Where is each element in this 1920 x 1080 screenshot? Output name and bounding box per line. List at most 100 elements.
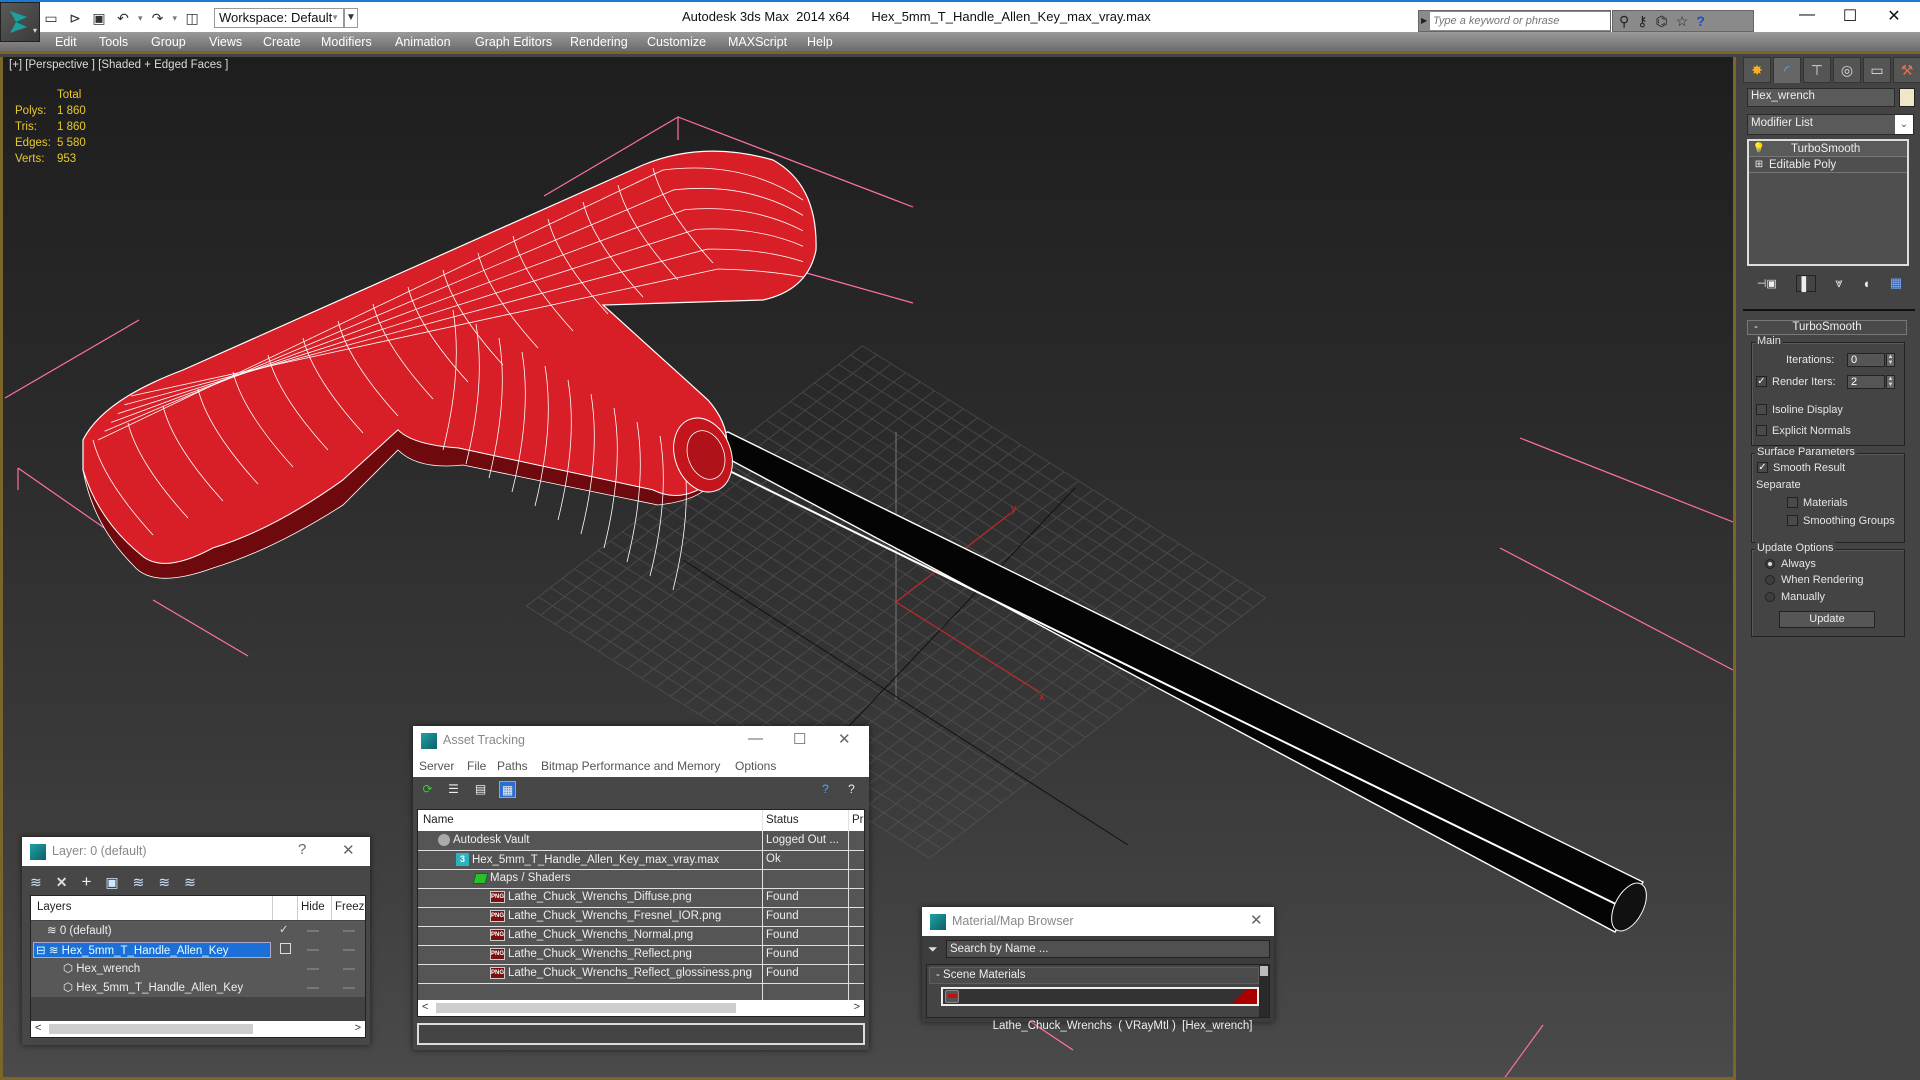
- current-layer-check-icon[interactable]: ✓: [279, 922, 289, 936]
- list-view-icon[interactable]: ☰: [445, 781, 462, 798]
- stack-item-turbosmooth[interactable]: 💡 TurboSmooth: [1749, 141, 1907, 157]
- menu-rendering[interactable]: Rendering: [570, 35, 628, 49]
- iterations-spinner[interactable]: 0: [1847, 353, 1885, 367]
- scrollbar-thumb[interactable]: [436, 1003, 736, 1013]
- expand-search-icon[interactable]: ▶: [1421, 16, 1427, 25]
- keyword-search-input[interactable]: [1430, 12, 1610, 30]
- add-to-layer-icon[interactable]: +: [81, 872, 91, 892]
- undo-icon[interactable]: ↶: [114, 9, 132, 27]
- plus-expand-icon[interactable]: ⊞: [1749, 159, 1769, 170]
- select-layer-icon[interactable]: ≋: [133, 874, 145, 891]
- horizontal-scrollbar[interactable]: < >: [418, 1000, 864, 1016]
- menu-server[interactable]: Server: [419, 759, 454, 773]
- menu-customize[interactable]: Customize: [647, 35, 706, 49]
- column-status[interactable]: Status: [766, 814, 799, 826]
- column-layers[interactable]: Layers: [37, 901, 72, 913]
- viewport-label[interactable]: [+] [Perspective ] [Shaded + Edged Faces…: [9, 59, 228, 71]
- tree-view-icon[interactable]: ▤: [472, 781, 489, 798]
- customize-qat-button[interactable]: ▼: [344, 8, 358, 28]
- motion-tab[interactable]: ◎: [1833, 57, 1861, 83]
- help-button[interactable]: ?: [298, 841, 306, 858]
- explicit-normals-checkbox[interactable]: [1756, 425, 1767, 436]
- dialog-title-bar[interactable]: Layer: 0 (default) ? ✕: [22, 837, 370, 866]
- dialog-title-bar[interactable]: Asset Tracking — ☐ ✕: [413, 726, 869, 755]
- menu-paths[interactable]: Paths: [497, 759, 528, 773]
- stack-item-editable-poly[interactable]: ⊞ Editable Poly: [1749, 157, 1907, 173]
- menu-modifiers[interactable]: Modifiers: [321, 35, 372, 49]
- asset-row[interactable]: PNG Lathe_Chuck_Wrenchs_Diffuse.png Found: [418, 889, 864, 908]
- asset-row[interactable]: Autodesk Vault Logged Out ...: [418, 832, 864, 851]
- column-name[interactable]: Name: [423, 814, 454, 826]
- maximize-button[interactable]: ☐: [793, 730, 806, 748]
- menu-bitmap-performance[interactable]: Bitmap Performance and Memory: [541, 759, 720, 773]
- key-icon[interactable]: ⚷: [1637, 13, 1647, 30]
- menu-graph-editors[interactable]: Graph Editors: [475, 35, 552, 49]
- update-manually-radio[interactable]: [1765, 592, 1775, 602]
- asset-row[interactable]: PNG Lathe_Chuck_Wrenchs_Fresnel_IOR.png Fo…: [418, 908, 864, 927]
- layer-settings-icon[interactable]: ≋: [184, 874, 196, 891]
- asset-row[interactable]: Maps / Shaders: [418, 870, 864, 889]
- satellite-icon[interactable]: ⌬: [1656, 13, 1668, 30]
- turbosmooth-rollout-header[interactable]: - TurboSmooth: [1747, 320, 1907, 335]
- menu-maxscript[interactable]: MAXScript: [728, 35, 787, 49]
- redo-icon[interactable]: ↷: [149, 9, 167, 27]
- undo-dropdown-icon[interactable]: ▾: [138, 13, 143, 24]
- scroll-left-icon[interactable]: <: [422, 1001, 428, 1013]
- scrollbar-thumb[interactable]: [49, 1024, 253, 1034]
- lightbulb-icon[interactable]: 💡: [1749, 143, 1769, 154]
- application-button[interactable]: ▾: [0, 2, 40, 42]
- column-hide[interactable]: Hide: [301, 901, 325, 913]
- help-icon[interactable]: ?: [843, 781, 860, 798]
- scroll-right-icon[interactable]: >: [355, 1022, 361, 1034]
- select-objects-icon[interactable]: ▣: [105, 874, 118, 891]
- workspace-dropdown[interactable]: Workspace: Default ▼: [214, 8, 344, 28]
- iterations-spinner-arrows[interactable]: ▲ ▼: [1886, 353, 1895, 367]
- open-file-icon[interactable]: ⊳: [66, 9, 84, 27]
- vertical-scrollbar[interactable]: [1259, 965, 1269, 1017]
- asset-row[interactable]: 3 Hex_5mm_T_Handle_Allen_Key_max_vray.max…: [418, 851, 864, 870]
- menu-edit[interactable]: Edit: [55, 35, 77, 49]
- menu-tools[interactable]: Tools: [99, 35, 128, 49]
- delete-layer-icon[interactable]: ✕: [56, 874, 68, 891]
- render-iters-spinner[interactable]: 2: [1847, 375, 1885, 389]
- layer-row[interactable]: ⊟ ≋ Hex_5mm_T_Handle_Allen_Key: [31, 940, 365, 959]
- menu-file[interactable]: File: [467, 759, 486, 773]
- layer-row[interactable]: ⬡ Hex_wrench: [31, 959, 365, 978]
- column-freeze[interactable]: Freeze: [335, 901, 365, 913]
- modifier-list-dropdown[interactable]: Modifier List ⌄: [1747, 114, 1914, 135]
- project-folder-icon[interactable]: ◫: [183, 9, 201, 27]
- update-button[interactable]: Update: [1779, 611, 1875, 628]
- pin-stack-icon[interactable]: ⊣▣: [1757, 277, 1777, 290]
- menu-create[interactable]: Create: [263, 35, 301, 49]
- minimize-button[interactable]: —: [748, 730, 763, 747]
- minimize-button[interactable]: —: [1787, 6, 1827, 24]
- create-layer-icon[interactable]: ≋: [30, 874, 42, 891]
- column-pr[interactable]: Pr: [852, 814, 864, 826]
- asset-row[interactable]: PNG Lathe_Chuck_Wrenchs_Reflect.png Found: [418, 946, 864, 965]
- display-tab[interactable]: ▭: [1863, 57, 1891, 83]
- set-current-layer-box[interactable]: [280, 943, 291, 954]
- object-name-field[interactable]: Hex_wrench: [1747, 88, 1895, 107]
- utilities-tab[interactable]: ⚒: [1893, 57, 1920, 83]
- save-icon[interactable]: ▣: [90, 9, 108, 27]
- render-iters-spinner-arrows[interactable]: ▲ ▼: [1886, 375, 1895, 389]
- scroll-left-icon[interactable]: <: [35, 1022, 41, 1034]
- star-icon[interactable]: ☆: [1676, 13, 1689, 30]
- scene-materials-group[interactable]: - Scene Materials: [929, 967, 1259, 984]
- asset-row[interactable]: PNG Lathe_Chuck_Wrenchs_Normal.png Found: [418, 927, 864, 946]
- browser-options-icon[interactable]: ⏷: [928, 942, 938, 957]
- binoculars-icon[interactable]: ⚲: [1619, 13, 1629, 30]
- maximize-button[interactable]: ☐: [1830, 6, 1870, 26]
- close-button[interactable]: ✕: [342, 841, 355, 859]
- layer-row[interactable]: ≋ 0 (default) ✓: [31, 921, 365, 940]
- isoline-display-checkbox[interactable]: [1756, 404, 1767, 415]
- close-button[interactable]: ✕: [1874, 6, 1914, 26]
- configure-modifier-sets-icon[interactable]: ▦: [1890, 275, 1902, 291]
- remove-modifier-icon[interactable]: ◖: [1862, 276, 1870, 291]
- layer-row[interactable]: ⬡ Hex_5mm_T_Handle_Allen_Key: [31, 978, 365, 997]
- create-tab[interactable]: ✸: [1743, 57, 1771, 83]
- dialog-title-bar[interactable]: Material/Map Browser ✕: [922, 907, 1274, 936]
- modify-tab[interactable]: ◜: [1773, 57, 1801, 83]
- close-button[interactable]: ✕: [1250, 911, 1263, 929]
- separate-smoothing-groups-checkbox[interactable]: [1787, 515, 1798, 526]
